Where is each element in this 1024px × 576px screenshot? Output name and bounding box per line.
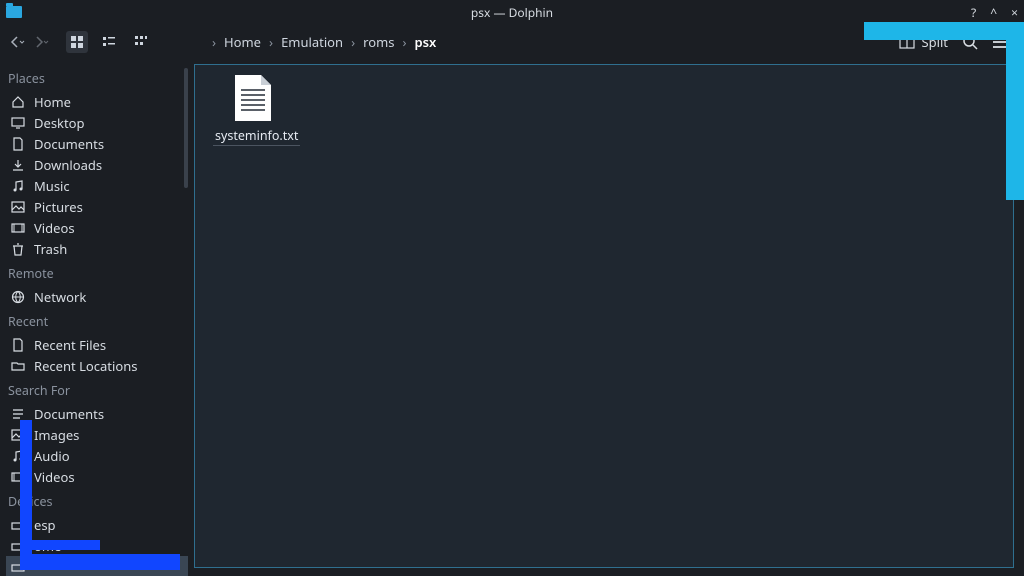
sidebar-item-search-documents[interactable]: Documents [6, 403, 188, 424]
pictures-icon [10, 199, 26, 215]
crumb-roms[interactable]: roms [363, 33, 394, 51]
sidebar-item-trash[interactable]: Trash [6, 238, 188, 259]
document-icon [10, 337, 26, 353]
view-compact-button[interactable] [98, 31, 120, 53]
sidebar-item-label: ome [34, 537, 61, 555]
sidebar-item-device-1[interactable]: ome [6, 535, 188, 556]
sidebar-item-label: Images [34, 426, 79, 444]
sidebar-item-network[interactable]: Network [6, 286, 188, 307]
sidebar-item-recent-files[interactable]: Recent Files [6, 334, 188, 355]
sidebar-item-search-audio[interactable]: Audio [6, 445, 188, 466]
sidebar-item-videos[interactable]: Videos [6, 217, 188, 238]
sidebar-item-search-videos[interactable]: Videos [6, 466, 188, 487]
file-item[interactable]: systeminfo.txt [213, 75, 293, 146]
drive-icon [10, 517, 26, 533]
sidebar-item-documents[interactable]: Documents [6, 133, 188, 154]
section-places: Places [6, 64, 188, 91]
sidebar-item-device-2[interactable] [6, 556, 188, 576]
breadcrumb: › Home › Emulation › roms › psx [212, 33, 436, 51]
chevron-right-icon: › [269, 33, 273, 51]
sidebar-item-label: Videos [34, 219, 75, 237]
download-icon [10, 157, 26, 173]
sidebar-item-search-images[interactable]: Images [6, 424, 188, 445]
sidebar-item-label: Recent Files [34, 336, 106, 354]
chevron-right-icon: › [402, 33, 406, 51]
toolbar-right: Split [899, 33, 1018, 51]
sidebar-item-label: Downloads [34, 156, 102, 174]
scrollbar[interactable] [184, 68, 188, 188]
view-icons-button[interactable] [66, 31, 88, 53]
sidebar-item-label: Music [34, 177, 70, 195]
trash-icon [10, 241, 26, 257]
section-recent: Recent [6, 307, 188, 334]
section-search: Search For [6, 376, 188, 403]
desktop-icon [10, 115, 26, 131]
sidebar: Places Home Desktop Documents Downloads … [0, 60, 188, 576]
forward-button[interactable] [30, 31, 52, 53]
sidebar-item-pictures[interactable]: Pictures [6, 196, 188, 217]
split-label: Split [921, 33, 948, 51]
crumb-current[interactable]: psx [415, 33, 437, 51]
music-icon [10, 178, 26, 194]
text-file-icon [235, 75, 271, 121]
menu-button[interactable] [992, 35, 1008, 49]
back-button[interactable] [6, 31, 28, 53]
search-button[interactable] [962, 34, 978, 50]
split-button[interactable]: Split [899, 33, 948, 51]
sidebar-item-label: Recent Locations [34, 357, 137, 375]
sidebar-item-label: Documents [34, 405, 104, 423]
text-lines-icon [10, 406, 26, 422]
section-devices: Devices [6, 487, 188, 514]
hamburger-icon [992, 35, 1008, 49]
view-details-button[interactable] [130, 31, 152, 53]
sidebar-item-label: Desktop [34, 114, 85, 132]
close-button[interactable]: × [1011, 4, 1018, 21]
sidebar-item-label: Documents [34, 135, 104, 153]
sidebar-item-label: Videos [34, 468, 75, 486]
sidebar-item-label: Audio [34, 447, 70, 465]
sidebar-item-label: esp [34, 516, 56, 534]
home-icon [10, 94, 26, 110]
section-remote: Remote [6, 259, 188, 286]
pictures-icon [10, 427, 26, 443]
nav-arrows [6, 31, 52, 53]
file-name: systeminfo.txt [213, 127, 300, 146]
view-mode-buttons [66, 31, 152, 53]
videos-icon [10, 469, 26, 485]
sidebar-item-home[interactable]: Home [6, 91, 188, 112]
sidebar-item-label: Trash [34, 240, 67, 258]
drive-icon [10, 538, 26, 554]
crumb-home[interactable]: Home [224, 33, 261, 51]
toolbar: › Home › Emulation › roms › psx Split [0, 24, 1024, 60]
sidebar-item-label: Network [34, 288, 86, 306]
folder-icon [10, 358, 26, 374]
sidebar-item-desktop[interactable]: Desktop [6, 112, 188, 133]
sidebar-item-label: Pictures [34, 198, 83, 216]
sidebar-item-downloads[interactable]: Downloads [6, 154, 188, 175]
maximize-button[interactable]: ^ [990, 4, 997, 21]
sidebar-item-label: Home [34, 93, 71, 111]
help-button[interactable]: ? [971, 4, 976, 21]
music-icon [10, 448, 26, 464]
app-folder-icon [6, 6, 22, 18]
drive-icon [10, 559, 26, 575]
videos-icon [10, 220, 26, 236]
body-area: Places Home Desktop Documents Downloads … [0, 60, 1024, 576]
window-controls: ? ^ × [971, 4, 1018, 21]
file-view[interactable]: systeminfo.txt [194, 64, 1014, 568]
search-icon [962, 34, 978, 50]
document-icon [10, 136, 26, 152]
window-title: psx — Dolphin [471, 4, 553, 21]
crumb-emulation[interactable]: Emulation [281, 33, 343, 51]
sidebar-item-recent-locations[interactable]: Recent Locations [6, 355, 188, 376]
titlebar: psx — Dolphin ? ^ × [0, 0, 1024, 24]
sidebar-item-device-0[interactable]: esp [6, 514, 188, 535]
chevron-right-icon: › [351, 33, 355, 51]
chevron-right-icon: › [212, 33, 216, 51]
network-icon [10, 289, 26, 305]
split-icon [899, 35, 915, 49]
sidebar-item-music[interactable]: Music [6, 175, 188, 196]
